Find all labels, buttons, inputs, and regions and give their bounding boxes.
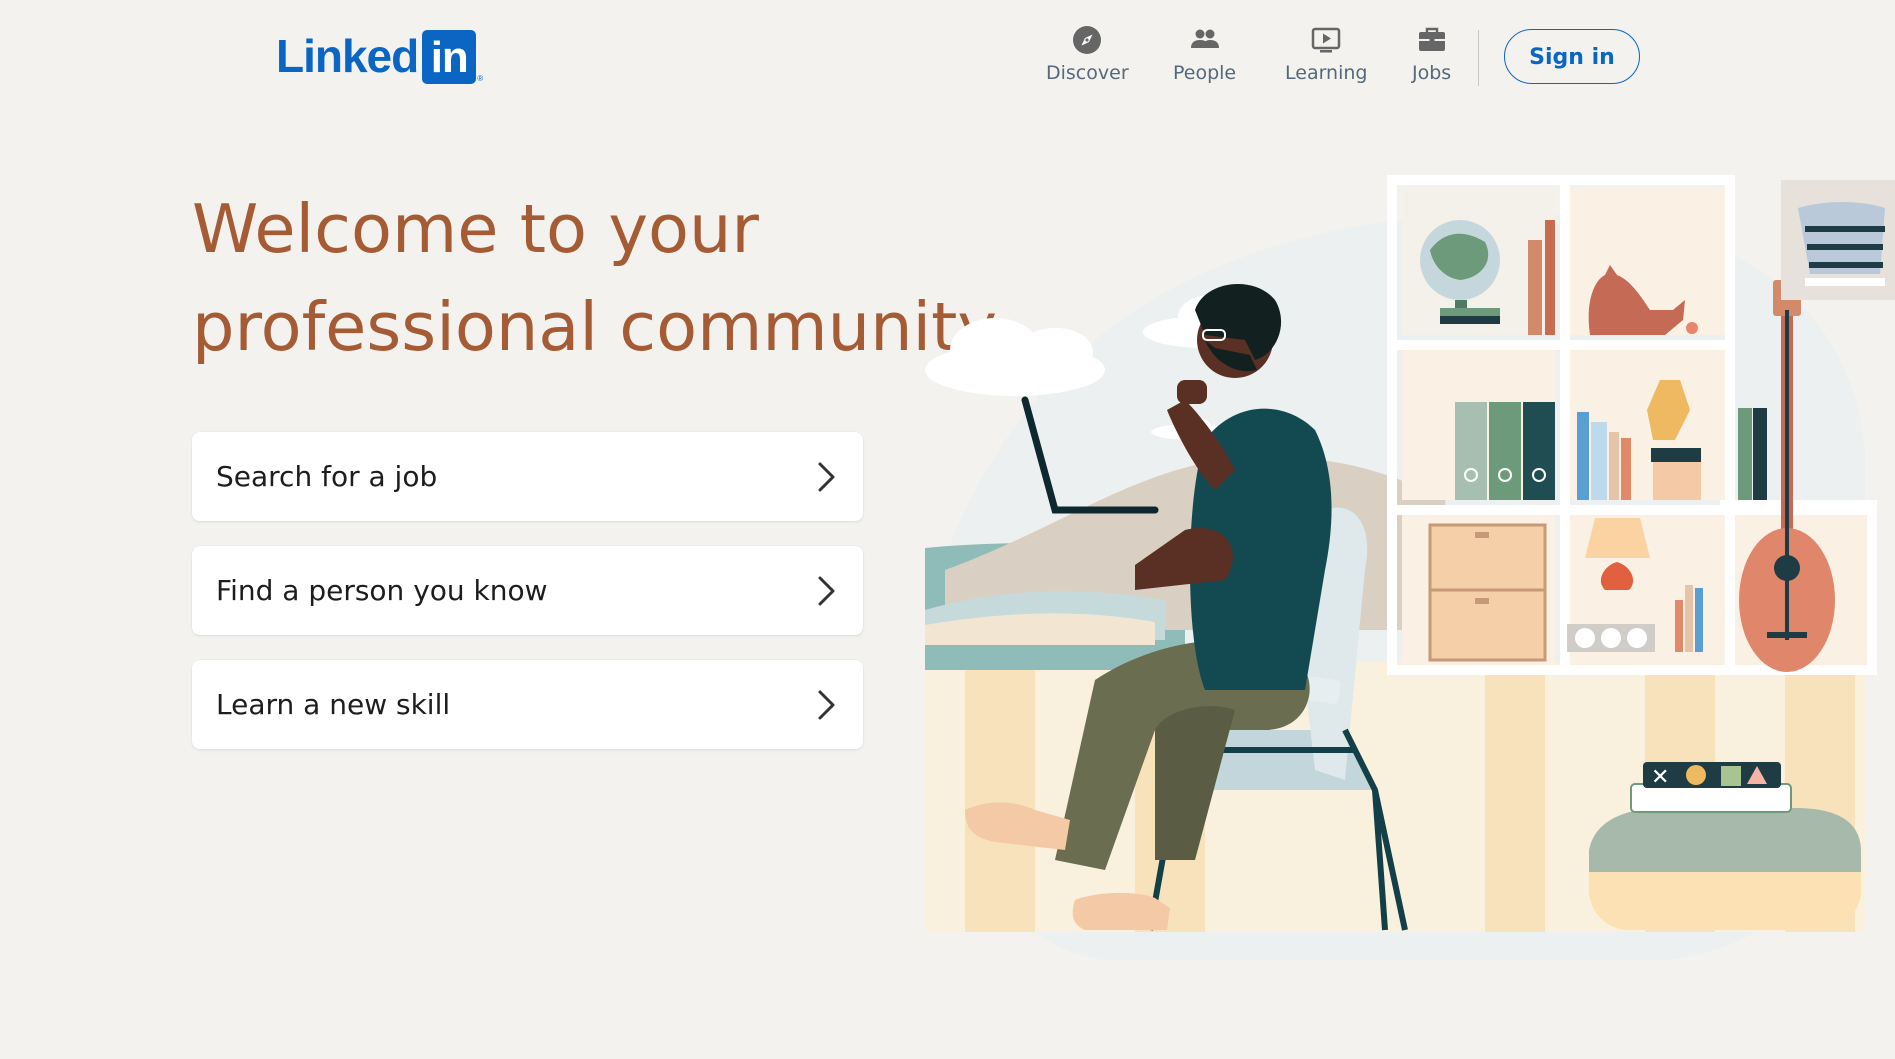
find-person-card[interactable]: Find a person you know [192, 546, 863, 635]
find-person-label: Find a person you know [216, 574, 548, 607]
linkedin-logo[interactable]: Linked in ® [276, 30, 483, 84]
briefcase-icon [1418, 27, 1445, 51]
nav-people[interactable]: People [1173, 24, 1236, 84]
site-header: Linked in ® Discover People Learning Job… [0, 0, 1895, 120]
shoe [1072, 892, 1170, 930]
play-screen-icon [1312, 27, 1341, 53]
logo-in-box: in [422, 30, 477, 84]
learn-skill-card[interactable]: Learn a new skill [192, 660, 863, 749]
nav-jobs[interactable]: Jobs [1412, 24, 1451, 84]
search-job-card[interactable]: Search for a job [192, 432, 863, 521]
learn-skill-label: Learn a new skill [216, 688, 451, 721]
chevron-right-icon [818, 462, 835, 491]
nav-learning[interactable]: Learning [1285, 24, 1368, 84]
logo-wordmark: Linked [276, 30, 419, 82]
chevron-right-icon [818, 576, 835, 605]
svg-text:✕: ✕ [1651, 765, 1669, 790]
people-icon [1190, 29, 1219, 48]
nav-divider [1478, 30, 1479, 86]
nav-discover[interactable]: Discover [1046, 24, 1129, 84]
nav-discover-label: Discover [1046, 62, 1129, 84]
wall-art [1781, 180, 1895, 300]
hero-headline-line-1: Welcome to your [192, 190, 759, 268]
chevron-right-icon [818, 690, 835, 719]
search-job-label: Search for a job [216, 460, 438, 493]
nav-people-label: People [1173, 62, 1237, 84]
compass-icon [1073, 26, 1102, 54]
hero-illustration: ✕ [925, 175, 1895, 960]
nav-jobs-label: Jobs [1412, 62, 1452, 84]
hero-headline-line-2: professional community [192, 288, 998, 366]
cloud [925, 318, 1105, 396]
nav-learning-label: Learning [1285, 62, 1368, 84]
sign-in-button[interactable]: Sign in [1504, 29, 1640, 84]
logo-registered-mark: ® [477, 74, 484, 83]
